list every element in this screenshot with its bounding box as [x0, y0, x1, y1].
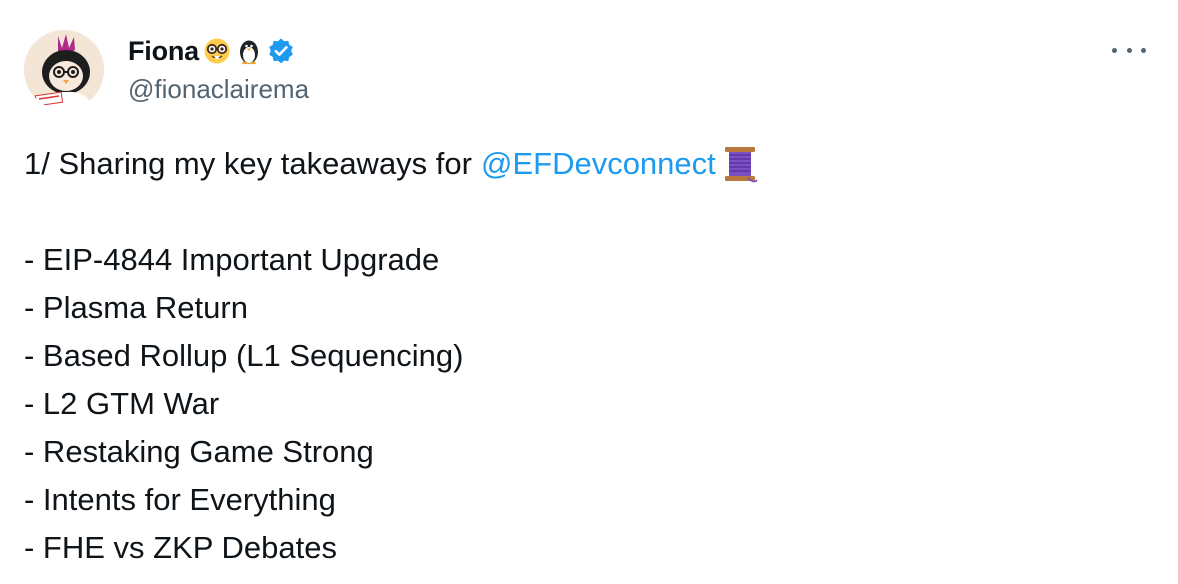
more-horizontal-icon[interactable] — [1112, 40, 1146, 60]
author-names: Fiona @fionaclairema — [128, 34, 309, 105]
more-dot — [1112, 47, 1117, 53]
tweet-intro-line: 1/ Sharing my key takeaways for @EFDevco… — [24, 140, 1124, 188]
display-name[interactable]: Fiona — [128, 36, 199, 67]
tweet-text: 1/ Sharing my key takeaways for @EFDevco… — [24, 140, 1124, 572]
list-item: - FHE vs ZKP Debates — [24, 530, 337, 565]
verified-badge-icon[interactable] — [267, 37, 295, 65]
list-item: - Plasma Return — [24, 290, 248, 325]
list-item: - Restaking Game Strong — [24, 434, 374, 469]
avatar[interactable] — [24, 30, 104, 110]
nerd-face-emoji-icon — [204, 38, 230, 64]
more-dot — [1141, 47, 1146, 53]
list-item: - Intents for Everything — [24, 482, 336, 517]
penguin-emoji-icon — [240, 40, 258, 65]
author-handle[interactable]: @fionaclairema — [128, 74, 309, 105]
list-item: - Based Rollup (L1 Sequencing) — [24, 338, 464, 373]
thread-spool-emoji-icon — [724, 147, 758, 183]
list-item: - L2 GTM War — [24, 386, 220, 421]
intro-text: 1/ Sharing my key takeaways for — [24, 146, 472, 181]
penguin-avatar-icon — [24, 30, 104, 110]
display-name-row: Fiona — [128, 34, 309, 68]
tweet-card: Fiona @fionaclairema 1/ Sharing my key t… — [0, 0, 1178, 584]
tweet-header: Fiona @fionaclairema — [24, 28, 1154, 110]
list-item: - EIP-4844 Important Upgrade — [24, 242, 440, 277]
mention-link[interactable]: @EFDevconnect — [481, 140, 716, 188]
more-dot — [1126, 47, 1132, 53]
